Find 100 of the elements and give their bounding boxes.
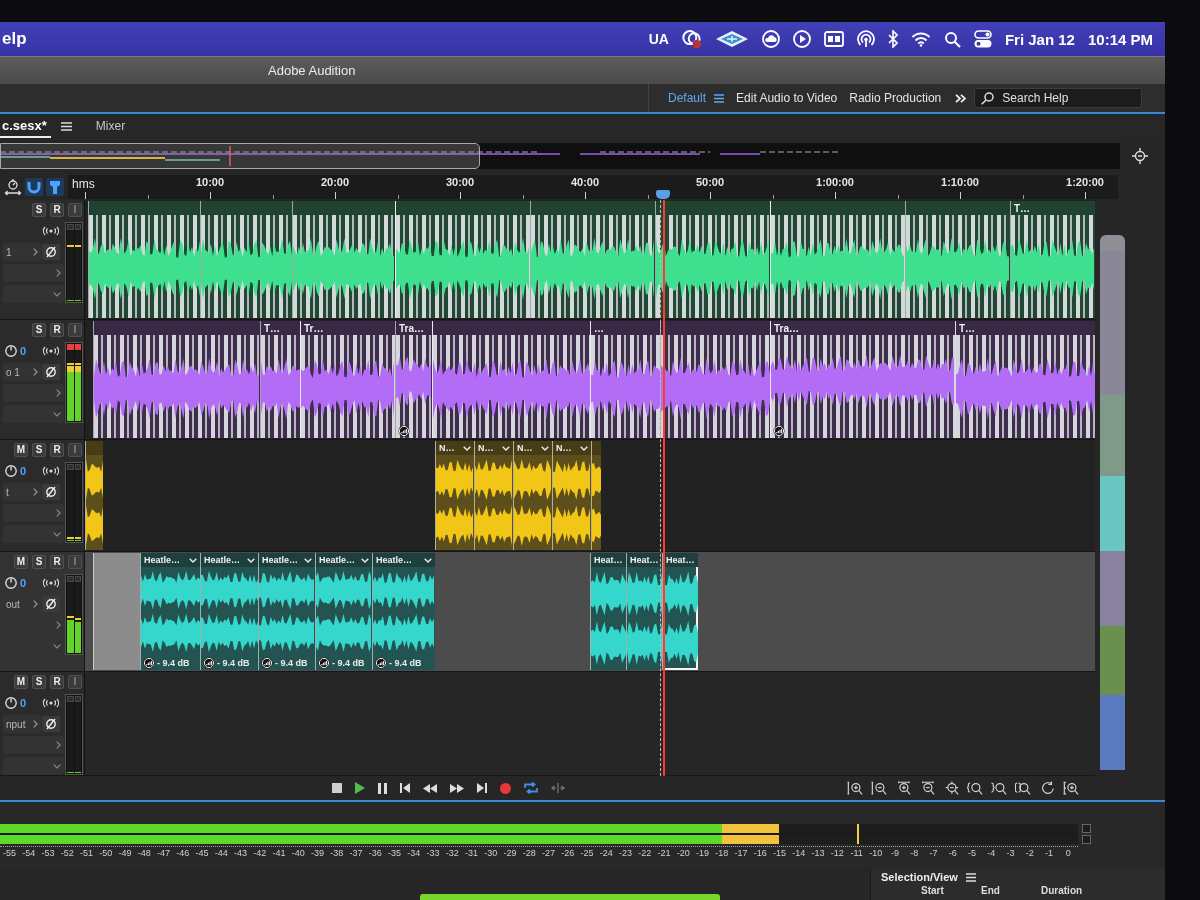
track-toggle-button[interactable]: S xyxy=(32,323,46,337)
workspace-tab[interactable]: Radio Production xyxy=(849,91,942,105)
zoom-icon[interactable] xyxy=(1132,148,1148,164)
bracket-zoom-icon[interactable] xyxy=(991,780,1007,796)
audio-clip[interactable] xyxy=(292,201,395,318)
menu-bar-date[interactable]: Fri Jan 12 xyxy=(1004,30,1075,48)
caret-down-icon[interactable] xyxy=(463,445,471,451)
broadcast-icon[interactable] xyxy=(42,466,60,476)
dropdown-field[interactable] xyxy=(3,384,64,402)
track-toggle-button[interactable]: S xyxy=(32,443,46,457)
record-icon[interactable] xyxy=(500,782,511,794)
audio-clip[interactable]: Heat… xyxy=(626,553,662,670)
clip-header[interactable] xyxy=(86,441,103,455)
clip-header[interactable]: N… xyxy=(436,441,474,455)
linked-circles-icon[interactable] xyxy=(681,29,702,49)
dropdown-field[interactable] xyxy=(3,757,64,775)
clip-indicator[interactable] xyxy=(74,344,81,350)
track-header[interactable]: S R I 1 xyxy=(0,200,85,319)
skip-forward-icon[interactable] xyxy=(477,783,487,793)
audio-clip[interactable]: N… xyxy=(474,441,513,550)
bracket-zoom-icon[interactable] xyxy=(1015,780,1031,796)
wifi-icon[interactable] xyxy=(910,31,931,47)
workspace-tab[interactable]: Default xyxy=(668,91,707,105)
audio-clip[interactable]: Heatle… - 9.4 dB xyxy=(258,553,315,670)
knob-icon[interactable] xyxy=(5,345,17,357)
caret-down-icon[interactable] xyxy=(361,557,369,563)
track-header[interactable]: M S R I 0 nput xyxy=(0,672,85,775)
audio-clip[interactable] xyxy=(660,321,770,438)
track-toggle-button[interactable]: R xyxy=(50,675,64,689)
clip-indicator[interactable] xyxy=(67,344,74,350)
clip-header[interactable]: T… xyxy=(261,321,300,335)
clip-header[interactable]: T… xyxy=(1011,201,1095,215)
track-lane[interactable]: T… xyxy=(85,200,1095,319)
circle-slash-icon[interactable] xyxy=(42,596,60,612)
clip-header[interactable]: Tra… xyxy=(396,321,432,335)
caret-down-icon[interactable] xyxy=(247,557,255,563)
zoom-out-icon[interactable] xyxy=(871,780,887,796)
audio-clip[interactable]: N… xyxy=(513,441,552,550)
window-icon[interactable] xyxy=(823,31,844,47)
clip-header[interactable] xyxy=(94,321,260,335)
zoom-in-icon[interactable] xyxy=(1063,780,1079,796)
audio-clip[interactable]: … xyxy=(590,321,660,438)
audio-clip[interactable]: Tra… xyxy=(395,321,432,438)
audio-clip[interactable]: Tr… xyxy=(300,321,395,438)
rotate-arrow-icon[interactable] xyxy=(1039,780,1055,796)
skip-back-icon[interactable] xyxy=(400,783,410,793)
track-lane[interactable]: Heatle… - 9.4 dB Heatle… - 9.4 dB Heatle… - 9.4 dB Heatle… - 9.4 dB Heatle… - 9.4 dB Heat… Heat… Heat… xyxy=(85,552,1095,671)
search-field[interactable]: Search Help xyxy=(974,88,1143,108)
audio-clip[interactable]: Tra… xyxy=(770,321,955,438)
volume-value[interactable]: 0 xyxy=(20,577,27,589)
skip-marker-icon[interactable] xyxy=(551,783,565,793)
track-toggle-button[interactable]: M xyxy=(14,555,28,569)
overview-viewport[interactable] xyxy=(0,143,480,169)
clip-indicator[interactable] xyxy=(67,224,74,230)
track-header[interactable]: S R I 0 o 1 xyxy=(0,320,85,439)
clip-header[interactable] xyxy=(531,201,655,215)
caret-down-icon[interactable] xyxy=(189,557,197,563)
track-header[interactable]: M S R I 0 out xyxy=(0,552,85,671)
double-chevron-icon[interactable] xyxy=(955,93,967,103)
clip-header[interactable]: N… xyxy=(514,441,552,455)
track-toggle-button[interactable]: S xyxy=(32,203,46,217)
track-lane[interactable]: T… Tr… Tra… … Tra… T… xyxy=(85,320,1095,439)
input-dropdown[interactable]: nput xyxy=(3,715,41,733)
clip-header[interactable] xyxy=(201,201,292,215)
input-dropdown[interactable]: t xyxy=(3,483,41,501)
clip-indicator[interactable] xyxy=(74,576,81,582)
track-toggle-button[interactable]: R xyxy=(50,203,64,217)
audio-clip[interactable]: N… xyxy=(552,441,591,550)
track-toggle-button[interactable]: R xyxy=(50,323,64,337)
track-toggle-button[interactable]: R xyxy=(50,443,64,457)
volume-value[interactable]: 0 xyxy=(20,697,27,709)
track-toggle-button[interactable]: S xyxy=(32,555,46,569)
clip-header[interactable]: N… xyxy=(553,441,591,455)
clip-header[interactable] xyxy=(661,321,770,335)
clip-header[interactable]: Tr… xyxy=(301,321,395,335)
track-toggle-button[interactable]: S xyxy=(32,675,46,689)
cloud-icon[interactable] xyxy=(761,30,780,48)
timer-arrows-icon[interactable] xyxy=(4,178,22,196)
clip-indicator[interactable] xyxy=(67,696,74,702)
circle-slash-icon[interactable] xyxy=(42,716,60,732)
track-toggle-button[interactable]: M xyxy=(14,675,28,689)
knob-icon[interactable] xyxy=(5,577,17,589)
audio-clip[interactable] xyxy=(200,201,292,318)
audio-clip[interactable]: Heat… xyxy=(590,553,626,670)
rewind-icon[interactable] xyxy=(423,783,437,793)
bluetooth-icon[interactable] xyxy=(887,30,898,48)
clip-header[interactable]: … xyxy=(591,321,660,335)
audio-clip[interactable] xyxy=(85,441,103,550)
audio-clip[interactable]: Heatle… - 9.4 dB xyxy=(372,553,435,670)
clip-header[interactable]: N… xyxy=(475,441,513,455)
pause-icon[interactable] xyxy=(378,782,387,794)
menu-bar-time[interactable]: 10:14 PM xyxy=(1087,30,1153,48)
menu-item[interactable]: elp xyxy=(0,29,27,49)
vertical-scrollbar[interactable] xyxy=(1100,235,1125,770)
input-dropdown[interactable]: 1 xyxy=(3,243,41,261)
clip-header[interactable]: T… xyxy=(956,321,1095,335)
zoom-in-icon[interactable] xyxy=(847,780,863,796)
fast-forward-icon[interactable] xyxy=(450,783,464,793)
dropdown-field[interactable] xyxy=(3,285,64,303)
dropdown-field[interactable] xyxy=(3,736,64,754)
